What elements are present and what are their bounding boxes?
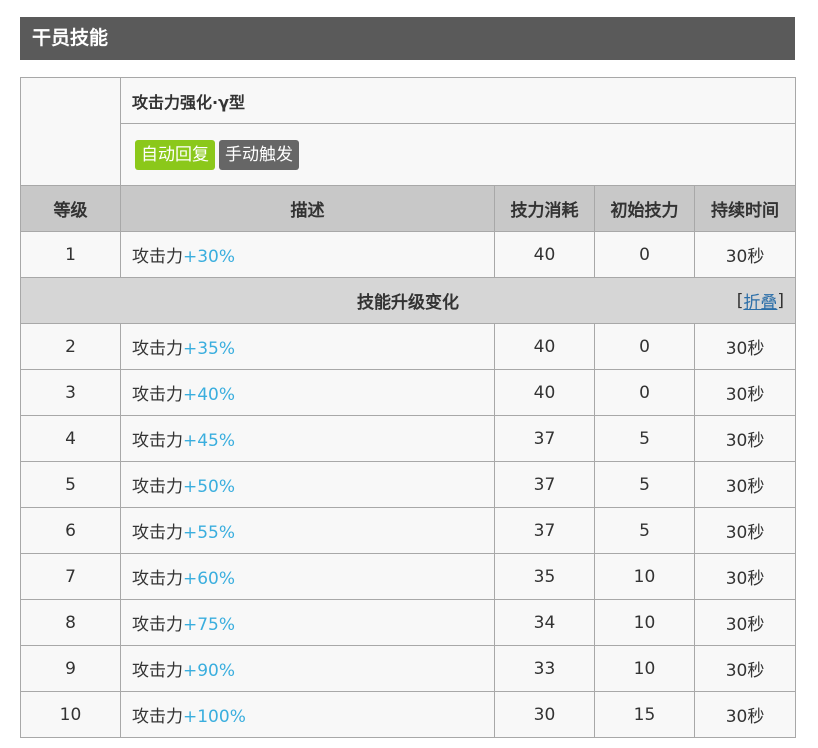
duration-cell: 30秒	[693, 461, 797, 508]
initial-sp-cell: 10	[594, 553, 695, 600]
col-level: 等级	[20, 185, 121, 232]
duration-cell: 30秒	[693, 231, 797, 278]
duration-cell: 30秒	[693, 645, 797, 692]
desc-value: +35%	[183, 339, 236, 359]
sp-cost-cell: 37	[494, 461, 595, 508]
description-cell: 攻击力+50%	[120, 461, 495, 508]
initial-sp-cell: 5	[594, 461, 695, 508]
duration-cell: 30秒	[693, 599, 797, 646]
desc-value: +100%	[183, 707, 246, 727]
sp-cost-cell: 40	[494, 231, 595, 278]
skill-name: 攻击力强化·γ型	[119, 77, 797, 124]
column-header-row: 等级 描述 技力消耗 初始技力 持续时间	[20, 185, 797, 232]
desc-value: +30%	[183, 247, 236, 267]
level-cell: 2	[20, 323, 121, 370]
upgrade-header: 技能升级变化 [折叠]	[19, 277, 797, 324]
desc-value: +45%	[183, 431, 236, 451]
description-cell: 攻击力+35%	[120, 323, 495, 370]
description-cell: 攻击力+55%	[120, 507, 495, 554]
table-row: 8 攻击力+75% 34 10 30秒	[20, 599, 797, 646]
level-cell: 4	[20, 415, 121, 462]
desc-prefix: 攻击力	[132, 477, 183, 497]
initial-sp-cell: 5	[594, 415, 695, 462]
desc-value: +55%	[183, 523, 236, 543]
level-cell: 1	[20, 231, 121, 278]
description-cell: 攻击力+30%	[120, 231, 495, 278]
col-duration: 持续时间	[693, 185, 797, 232]
level-cell: 6	[20, 507, 121, 554]
toggle-bracket-close: ]	[777, 290, 785, 311]
table-row: 6 攻击力+55% 37 5 30秒	[20, 507, 797, 554]
desc-prefix: 攻击力	[132, 707, 183, 727]
desc-prefix: 攻击力	[132, 385, 183, 405]
initial-sp-cell: 0	[594, 231, 695, 278]
description-cell: 攻击力+100%	[120, 691, 495, 738]
initial-sp-cell: 0	[594, 323, 695, 370]
desc-prefix: 攻击力	[132, 615, 183, 635]
collapse-link[interactable]: 折叠	[743, 288, 777, 313]
table-row: 1 攻击力+30% 40 0 30秒	[20, 231, 797, 278]
initial-sp-cell: 15	[594, 691, 695, 738]
level-cell: 9	[20, 645, 121, 692]
desc-prefix: 攻击力	[132, 339, 183, 359]
duration-cell: 30秒	[693, 323, 797, 370]
desc-value: +50%	[183, 477, 236, 497]
duration-cell: 30秒	[693, 553, 797, 600]
desc-prefix: 攻击力	[132, 523, 183, 543]
table-row: 10 攻击力+100% 30 15 30秒	[20, 691, 797, 738]
desc-prefix: 攻击力	[132, 431, 183, 451]
upgrade-title: 技能升级变化	[357, 293, 460, 313]
desc-prefix: 攻击力	[132, 661, 183, 681]
sp-cost-cell: 37	[494, 415, 595, 462]
col-description: 描述	[120, 185, 495, 232]
level-cell: 3	[20, 369, 121, 416]
level-cell: 10	[20, 691, 121, 738]
description-cell: 攻击力+90%	[120, 645, 495, 692]
duration-cell: 30秒	[693, 369, 797, 416]
desc-value: +60%	[183, 569, 236, 589]
collapse-toggle: [折叠]	[737, 278, 784, 323]
initial-sp-cell: 0	[594, 369, 695, 416]
toggle-bracket-open: [	[736, 290, 744, 311]
sp-cost-cell: 37	[494, 507, 595, 554]
level-cell: 8	[20, 599, 121, 646]
desc-value: +90%	[183, 661, 236, 681]
duration-cell: 30秒	[693, 415, 797, 462]
desc-value: +75%	[183, 615, 236, 635]
table-row: 2 攻击力+35% 40 0 30秒	[20, 323, 797, 370]
table-row: 3 攻击力+40% 40 0 30秒	[20, 369, 797, 416]
tag-auto-recovery: 自动回复	[135, 139, 215, 170]
duration-cell: 30秒	[693, 507, 797, 554]
description-cell: 攻击力+45%	[120, 415, 495, 462]
desc-value: +40%	[183, 385, 236, 405]
level-cell: 5	[20, 461, 121, 508]
duration-cell: 30秒	[693, 691, 797, 738]
description-cell: 攻击力+60%	[120, 553, 495, 600]
description-cell: 攻击力+75%	[120, 599, 495, 646]
tag-manual-trigger: 手动触发	[219, 139, 299, 170]
sp-cost-cell: 30	[494, 691, 595, 738]
table-row: 7 攻击力+60% 35 10 30秒	[20, 553, 797, 600]
section-title: 干员技能	[20, 17, 795, 60]
description-cell: 攻击力+40%	[120, 369, 495, 416]
sp-cost-cell: 35	[494, 553, 595, 600]
initial-sp-cell: 5	[594, 507, 695, 554]
desc-prefix: 攻击力	[132, 247, 183, 267]
sp-cost-cell: 40	[494, 369, 595, 416]
table-row: 4 攻击力+45% 37 5 30秒	[20, 415, 797, 462]
skill-tags: 自动回复 手动触发	[119, 123, 797, 186]
col-sp-cost: 技力消耗	[494, 185, 595, 232]
sp-cost-cell: 33	[494, 645, 595, 692]
initial-sp-cell: 10	[594, 645, 695, 692]
table-row: 5 攻击力+50% 37 5 30秒	[20, 461, 797, 508]
skill-icon-placeholder	[20, 77, 121, 186]
col-initial-sp: 初始技力	[594, 185, 695, 232]
desc-prefix: 攻击力	[132, 569, 183, 589]
sp-cost-cell: 34	[494, 599, 595, 646]
initial-sp-cell: 10	[594, 599, 695, 646]
sp-cost-cell: 40	[494, 323, 595, 370]
table-row: 9 攻击力+90% 33 10 30秒	[20, 645, 797, 692]
level-cell: 7	[20, 553, 121, 600]
skill-table: 攻击力强化·γ型 自动回复 手动触发 等级 描述 技力消耗 初始技力 持续时间 1…	[19, 77, 797, 738]
